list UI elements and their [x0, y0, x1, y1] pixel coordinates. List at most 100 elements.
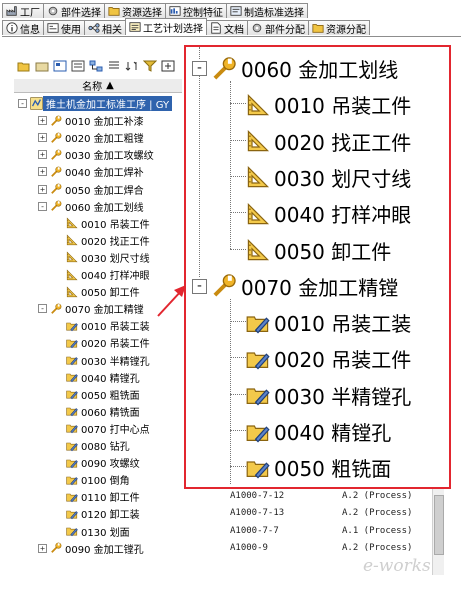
tab-row2-2[interactable]: 相关: [84, 20, 126, 36]
wrench-icon: [50, 166, 62, 178]
tree-row[interactable]: - 0060 金加工划线: [38, 198, 144, 215]
pencil-folder-icon: [66, 525, 78, 537]
tree-row[interactable]: 0120 卸工装: [66, 505, 140, 522]
operation-name: 划面: [109, 527, 130, 539]
tree-row-label: 0100 倒角: [81, 472, 130, 487]
wrench-icon: [211, 56, 237, 82]
pencil-folder-icon: [66, 371, 78, 383]
filter-button[interactable]: [142, 58, 157, 73]
tree-row[interactable]: +0020 金加工粗镗: [38, 129, 144, 146]
tree-row[interactable]: +0030 金加工攻螺纹: [38, 146, 154, 163]
tab-row1-1[interactable]: 部件选择: [43, 3, 105, 19]
triangle-ruler-icon: [246, 93, 270, 117]
tree-row[interactable]: 0040 精镗孔: [66, 369, 140, 386]
tree-row[interactable]: 0060 精铣面: [66, 403, 140, 420]
tab-row2-3[interactable]: 工艺计划选择: [125, 18, 207, 35]
tree-row[interactable]: 0050 粗铣面: [66, 386, 140, 403]
tree-row[interactable]: 0030 划尺寸线: [66, 249, 150, 266]
operation-code: 0040: [274, 203, 325, 228]
tree-root-row[interactable]: - 推土机金加工标准工序 | GY: [18, 95, 173, 112]
operation-name: 吊装工件: [331, 94, 412, 119]
open-folder-button[interactable]: [16, 58, 31, 73]
tree-row[interactable]: +0090 金加工镗孔: [38, 540, 144, 557]
operation-code: 0060: [81, 407, 107, 419]
operation-code: 0130: [81, 527, 107, 539]
tree-row[interactable]: - 0070 金加工精镗: [38, 300, 144, 317]
tree-row-label: 0040 打样冲眼: [81, 267, 150, 282]
expand-button[interactable]: [160, 58, 175, 73]
hierarchy-button[interactable]: [88, 58, 103, 73]
collapse-toggle[interactable]: -: [38, 304, 47, 314]
tree-row[interactable]: 0040 打样冲眼: [66, 266, 150, 283]
operation-code: 0060: [241, 58, 292, 82]
tree-connector: [230, 139, 246, 141]
tree-connector: [230, 81, 231, 249]
operation-code: 0030: [81, 253, 107, 265]
tree-row-label: 0010 金加工补漆: [65, 113, 144, 128]
expand-toggle[interactable]: +: [38, 133, 47, 143]
factory-icon: [6, 5, 18, 17]
tree-row[interactable]: 0030 半精镗孔: [66, 352, 150, 369]
tree-row[interactable]: 0020 吊装工件: [66, 334, 150, 351]
operation-name: 吊装工件: [109, 219, 150, 231]
operation-name: 吊装工件: [109, 339, 150, 351]
collapse-toggle[interactable]: -: [18, 99, 27, 108]
tree-row[interactable]: 0130 划面: [66, 523, 130, 540]
zoom-row-label: 0010 吊装工件: [274, 90, 411, 119]
tree-row[interactable]: 0100 倒角: [66, 471, 130, 488]
expand-toggle[interactable]: +: [38, 150, 47, 160]
tree-row-label: 0090 金加工镗孔: [65, 541, 144, 556]
document-icon: [210, 22, 222, 34]
view-button[interactable]: [70, 58, 85, 73]
tab-row1-3[interactable]: 控制特征: [165, 3, 227, 19]
expand-toggle[interactable]: +: [38, 167, 47, 177]
tree-row[interactable]: 0110 卸工件: [66, 488, 140, 505]
operation-code: 0010: [274, 94, 325, 119]
tree-row[interactable]: 0020 找正工件: [66, 232, 150, 249]
tab-row2-1[interactable]: 使用: [43, 20, 85, 36]
tree-row[interactable]: 0090 攻螺纹: [66, 454, 140, 471]
structure-button[interactable]: [52, 58, 67, 73]
list-button[interactable]: [106, 58, 121, 73]
folder-button[interactable]: [34, 58, 49, 73]
tree-row[interactable]: 0080 钻孔: [66, 437, 130, 454]
operation-name: 攻螺纹: [109, 459, 140, 471]
folder-icon: [312, 22, 324, 34]
expand-toggle[interactable]: +: [38, 184, 47, 194]
tree-row[interactable]: 0010 吊装工装: [66, 317, 150, 334]
operation-code: 0020: [65, 134, 91, 146]
tab-row2-0[interactable]: 信息: [2, 20, 44, 36]
tree-row[interactable]: 0050 卸工件: [66, 283, 140, 300]
tab-row2-5[interactable]: 部件分配: [247, 20, 309, 36]
tab-row1-4[interactable]: 制造标准选择: [226, 3, 308, 19]
tree-connector: [199, 47, 200, 59]
sort-button[interactable]: [124, 58, 139, 73]
operation-name: 卸工件: [109, 288, 140, 300]
operation-code: 0090: [65, 544, 91, 556]
expand-toggle[interactable]: +: [38, 116, 47, 126]
tree-row[interactable]: 0070 打中心点: [66, 420, 150, 437]
tree-row[interactable]: 0010 吊装工件: [66, 215, 150, 232]
tab-row2-4[interactable]: 文档: [206, 20, 248, 36]
collapse-toggle[interactable]: -: [38, 201, 47, 211]
gear-icon: [251, 22, 263, 34]
tree-connector: [230, 175, 246, 177]
operation-name: 卸工件: [331, 239, 392, 264]
tab-row1-2[interactable]: 资源选择: [104, 3, 166, 19]
gear-icon: [47, 5, 59, 17]
wrench-icon: [50, 149, 62, 161]
tree-row[interactable]: +0040 金加工焊补: [38, 163, 144, 180]
tree-row[interactable]: +0010 金加工补漆: [38, 112, 144, 129]
operation-code: 0080: [81, 442, 107, 453]
expand-toggle[interactable]: +: [38, 543, 47, 553]
operation-name: 卸工件: [109, 493, 140, 505]
zoom-row-label: 0040 打样冲眼: [274, 199, 411, 228]
operation-name: 吊装工装: [109, 322, 150, 334]
scrollbar-thumb[interactable]: [434, 495, 444, 555]
column-header-name[interactable]: 名称 ▲: [14, 79, 182, 93]
operation-code: 0090: [81, 459, 107, 471]
tree-row[interactable]: +0050 金加工焊合: [38, 181, 144, 198]
tab-row2-6[interactable]: 资源分配: [308, 20, 370, 36]
tab-row1-0[interactable]: 工厂: [2, 3, 44, 19]
triangle-ruler-icon: [246, 202, 270, 226]
